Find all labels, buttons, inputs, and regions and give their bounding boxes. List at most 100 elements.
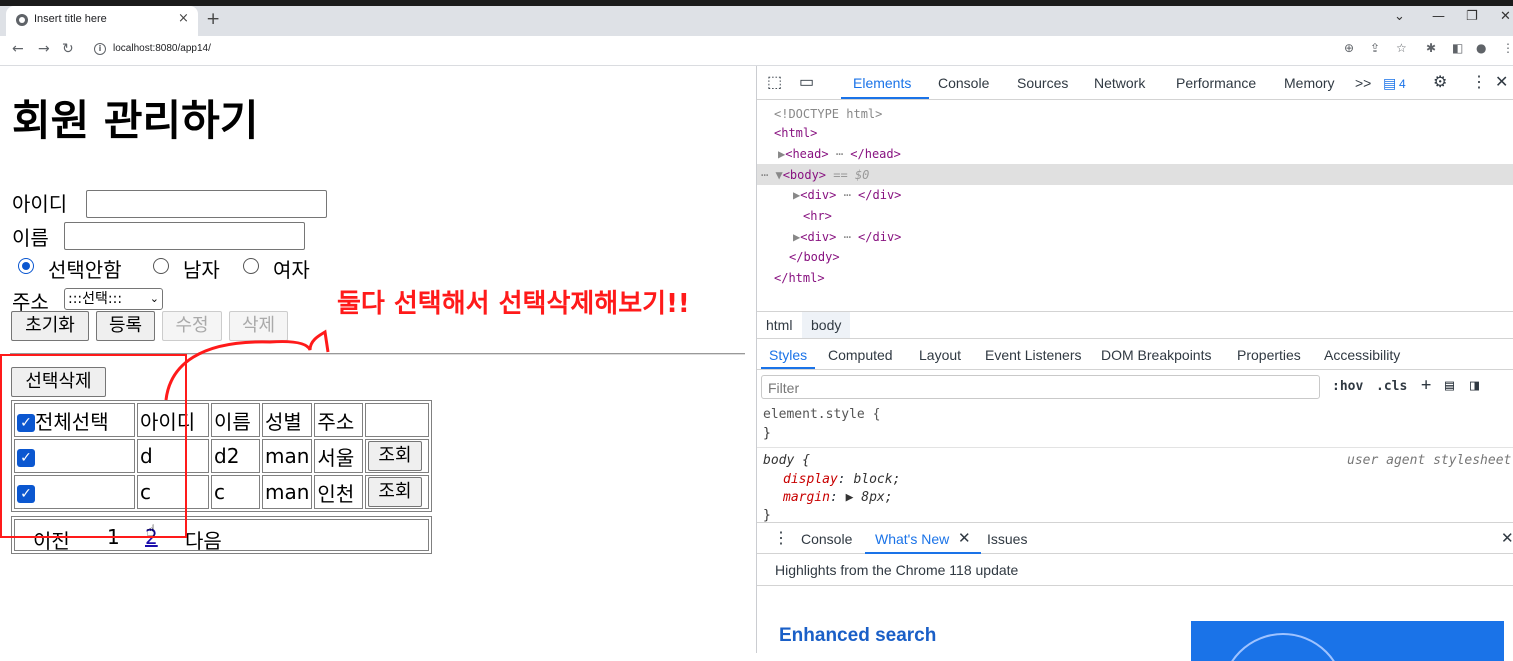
issues-badge-icon[interactable]: ▤: [1383, 75, 1396, 92]
view-button[interactable]: 조회: [368, 477, 422, 507]
dom-div[interactable]: ▶<div> ⋯ </div>: [793, 188, 901, 202]
subtab-event-listeners[interactable]: Event Listeners: [985, 347, 1082, 363]
browser-tab[interactable]: Insert title here ×: [6, 6, 198, 36]
styles-divider: [757, 447, 1513, 448]
restore-icon[interactable]: ❐: [1466, 9, 1478, 24]
subtab-properties[interactable]: Properties: [1237, 347, 1301, 363]
site-info-icon[interactable]: i: [94, 43, 106, 55]
tab-memory[interactable]: Memory: [1284, 75, 1335, 91]
drawer-active-indicator: [865, 552, 981, 554]
tab-sources[interactable]: Sources: [1017, 75, 1068, 91]
share-icon[interactable]: ⇪: [1370, 41, 1380, 55]
close-window-icon[interactable]: ✕: [1500, 9, 1511, 24]
profile-avatar-icon[interactable]: ●: [1476, 41, 1486, 55]
dom-head[interactable]: ▶<head> ⋯ </head>: [778, 147, 901, 161]
address-select[interactable]: :::선택::: ⌄: [64, 288, 163, 310]
back-icon[interactable]: ←: [12, 41, 24, 57]
computed-styles-icon[interactable]: ▤: [1445, 376, 1454, 394]
tab-performance[interactable]: Performance: [1176, 75, 1256, 91]
browser-title-bar: Insert title here × + ⌄ — ❐ ✕: [0, 0, 1513, 36]
chevron-down-icon: ⌄: [149, 292, 159, 305]
bookmark-star-icon[interactable]: ☆: [1396, 41, 1407, 55]
drawer-tab-issues[interactable]: Issues: [987, 531, 1027, 547]
header-empty: [365, 403, 430, 437]
close-drawer-tab-icon[interactable]: ✕: [958, 529, 971, 547]
reload-icon[interactable]: ↻: [62, 41, 74, 57]
styles-subtabs: Styles Computed Layout Event Listeners D…: [757, 340, 1513, 370]
triangle-down-icon[interactable]: ▼: [775, 168, 782, 182]
minimize-icon[interactable]: —: [1432, 9, 1445, 24]
subtab-accessibility[interactable]: Accessibility: [1324, 347, 1400, 363]
cell-address: 인천: [314, 475, 364, 509]
side-panel-icon[interactable]: ◧: [1452, 41, 1463, 55]
menu-icon[interactable]: ⋮: [1502, 41, 1513, 55]
extensions-icon[interactable]: ✱: [1426, 41, 1436, 55]
dom-html[interactable]: <html>: [774, 126, 817, 140]
hov-toggle[interactable]: :hov: [1332, 379, 1363, 394]
tab-console[interactable]: Console: [938, 75, 989, 91]
gender-radio-male[interactable]: [153, 258, 169, 274]
close-tab-icon[interactable]: ×: [178, 11, 189, 26]
dom-doctype: <!DOCTYPE html>: [774, 107, 883, 121]
chevron-down-icon[interactable]: ⌄: [1394, 9, 1405, 24]
cell-address: 서울: [314, 439, 364, 473]
ellipsis-icon[interactable]: ⋯: [836, 188, 858, 202]
dom-body-close: </body>: [789, 250, 840, 264]
dom-html-close: </html>: [774, 271, 825, 285]
promo-image: [1191, 621, 1504, 661]
id-label: 아이디: [12, 192, 68, 216]
subtab-layout[interactable]: Layout: [919, 347, 961, 363]
close-devtools-icon[interactable]: ✕: [1495, 72, 1508, 92]
tab-network[interactable]: Network: [1094, 75, 1145, 91]
device-toolbar-icon[interactable]: ▭: [799, 72, 814, 92]
settings-gear-icon[interactable]: ⚙: [1433, 72, 1447, 92]
gender-radio-female[interactable]: [243, 258, 259, 274]
subtab-dom-breakpoints[interactable]: DOM Breakpoints: [1101, 347, 1211, 363]
zoom-icon[interactable]: ⊕: [1344, 41, 1354, 55]
subtab-computed[interactable]: Computed: [828, 347, 893, 363]
dom-body[interactable]: ⋯ ▼<body> == $0: [761, 168, 869, 182]
new-rule-icon[interactable]: +: [1421, 375, 1431, 395]
new-tab-button[interactable]: +: [206, 9, 220, 29]
annotation-arrow-path: [164, 329, 330, 401]
close-drawer-icon[interactable]: ✕: [1501, 529, 1513, 547]
ellipsis-icon[interactable]: ⋯: [829, 147, 851, 161]
kebab-menu-icon[interactable]: ⋮: [1471, 72, 1487, 92]
element-style-close: }: [763, 426, 771, 441]
drawer-tab-console[interactable]: Console: [801, 531, 852, 547]
dom-div[interactable]: ▶<div> ⋯ </div>: [793, 230, 901, 244]
sidebar-toggle-icon[interactable]: ◨: [1470, 376, 1479, 394]
id-input[interactable]: [86, 190, 327, 218]
view-button[interactable]: 조회: [368, 441, 422, 471]
enhanced-search-heading[interactable]: Enhanced search: [779, 625, 936, 647]
reset-button[interactable]: 초기화: [11, 311, 89, 341]
drawer-tab-whats-new[interactable]: What's New: [875, 531, 949, 547]
breadcrumb-html[interactable]: html: [766, 317, 792, 333]
element-style-rule: element.style {: [763, 407, 881, 422]
annotation-arrow: [164, 329, 330, 401]
filter-placeholder: Filter: [768, 380, 800, 396]
body-rule-selector: body {: [763, 453, 810, 468]
tab-title: Insert title here: [34, 13, 107, 25]
ellipsis-icon[interactable]: ⋯: [836, 230, 858, 244]
tab-elements[interactable]: Elements: [853, 75, 911, 91]
cls-toggle[interactable]: .cls: [1376, 379, 1407, 394]
pager-next[interactable]: 다음: [185, 525, 222, 554]
dom-hr[interactable]: <hr>: [803, 209, 832, 223]
inspect-icon[interactable]: ⬚: [767, 72, 782, 92]
styles-filter-input[interactable]: Filter: [761, 375, 1320, 399]
drawer-menu-icon[interactable]: ⋮: [773, 528, 789, 548]
forward-icon[interactable]: →: [38, 41, 50, 57]
more-tabs-icon[interactable]: >>: [1355, 75, 1371, 91]
cell-action: 조회: [365, 475, 430, 509]
url-text: localhost:8080/app14/: [113, 43, 211, 54]
omnibox[interactable]: i localhost:8080/app14/: [86, 39, 1506, 61]
page-title: 회원 관리하기: [12, 96, 259, 145]
globe-icon: [16, 14, 28, 26]
subtab-styles[interactable]: Styles: [769, 347, 807, 363]
name-input[interactable]: [64, 222, 305, 250]
gender-radio-none[interactable]: [18, 258, 34, 274]
register-button[interactable]: 등록: [96, 311, 155, 341]
user-agent-label: user agent stylesheet: [1347, 453, 1512, 468]
breadcrumb-body[interactable]: body: [811, 317, 841, 333]
